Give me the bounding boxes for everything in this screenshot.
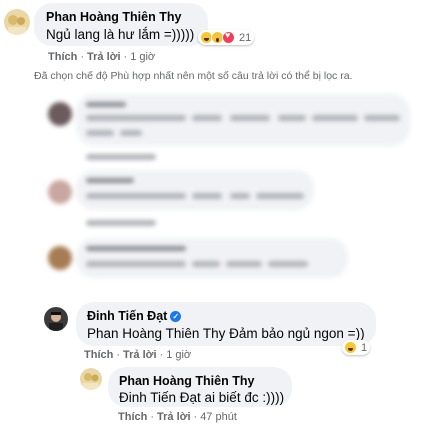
reaction-count: 21: [239, 31, 252, 44]
comment-time: 1 giờ: [166, 349, 192, 361]
reply-button[interactable]: Trả lời: [123, 349, 157, 361]
comment-actions: Thích · Trả lời · 47 phút: [118, 411, 237, 423]
verified-badge-icon: ✓: [170, 311, 182, 323]
comment-author[interactable]: Phan Hoàng Thiên Thy: [119, 374, 254, 388]
avatar[interactable]: [80, 368, 102, 390]
filter-notice: Đã chọn chế độ Phù hợp nhất nên một số c…: [34, 70, 353, 82]
reaction-count: 1: [361, 341, 368, 354]
love-icon: [222, 30, 235, 44]
avatar[interactable]: [4, 9, 30, 35]
comment-text: Đinh Tiến Đạt ai biết đc :)))): [119, 390, 285, 405]
comment-text: Ngủ lang là hư lắm =))))): [46, 27, 195, 42]
comment-bubble: [76, 170, 314, 210]
reaction-summary[interactable]: 21: [198, 30, 255, 45]
reply-button[interactable]: Trả lời: [157, 411, 191, 423]
comment-time: 1 giờ: [130, 51, 156, 63]
comment-author[interactable]: Đinh Tiến Đạt ✓: [87, 309, 182, 323]
like-button[interactable]: Thích: [48, 51, 77, 63]
avatar: [48, 102, 72, 126]
comment-time: 47 phút: [200, 411, 237, 423]
avatar: [48, 180, 72, 204]
comment-bubble: [76, 238, 348, 278]
reaction-summary[interactable]: 1: [342, 340, 371, 355]
haha-icon: [344, 341, 357, 354]
reply-button[interactable]: Trả lời: [87, 51, 121, 63]
blurred-replies: [0, 88, 428, 288]
comment-actions: Thích · Trả lời · 1 giờ: [84, 349, 192, 361]
comment-author[interactable]: Phan Hoàng Thiên Thy: [46, 10, 181, 24]
like-button[interactable]: Thích: [118, 411, 147, 423]
like-button[interactable]: Thích: [84, 349, 113, 361]
comment-actions: Thích · Trả lời · 1 giờ: [48, 51, 156, 63]
avatar[interactable]: [44, 307, 68, 331]
comment-text: Phan Hoàng Thiên Thy Đảm bảo ngủ ngon =)…: [87, 326, 365, 341]
avatar: [48, 246, 72, 270]
